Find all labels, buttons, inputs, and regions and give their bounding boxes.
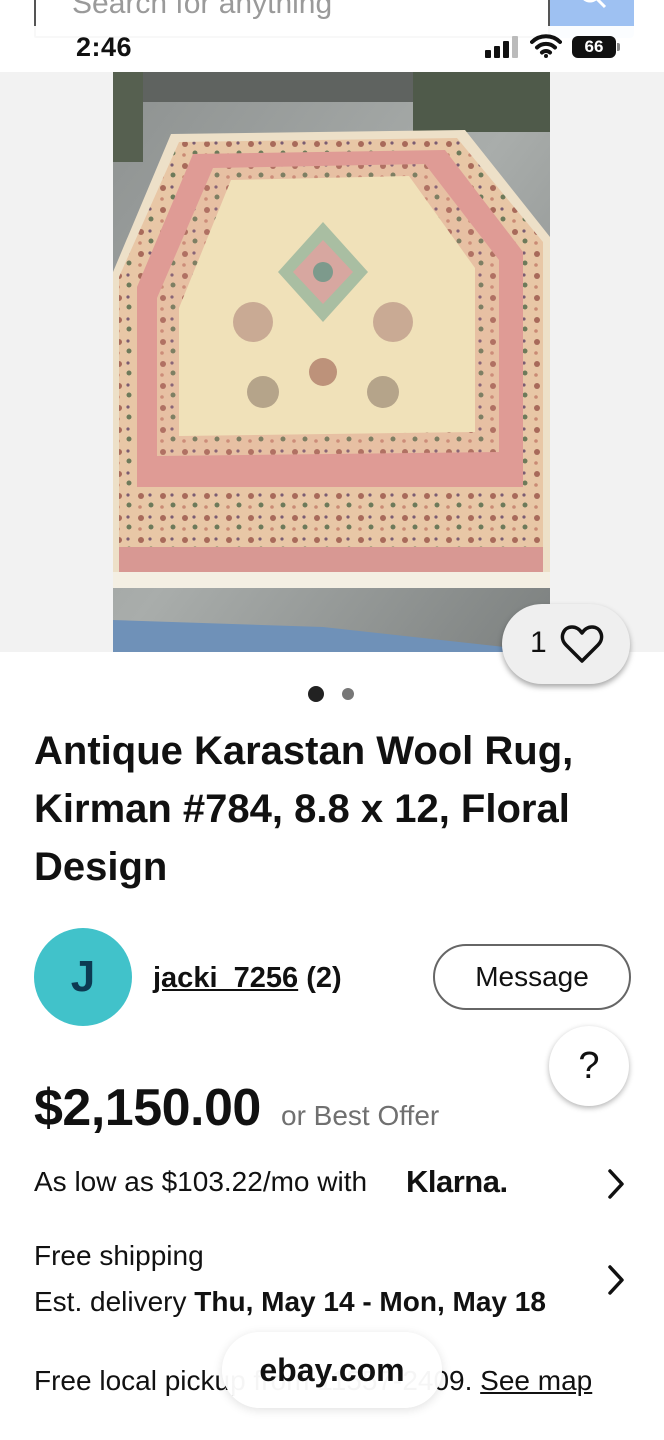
klarna-logo: Klarna. <box>406 1164 508 1199</box>
rug-photo-illustration <box>113 72 550 652</box>
seller-username-link[interactable]: jacki_7256 <box>153 962 298 994</box>
seller-info: jacki_7256 (2) <box>153 962 342 995</box>
chevron-right-icon <box>608 1169 624 1199</box>
estimated-delivery: Est. delivery Thu, May 14 - Mon, May 18 <box>34 1286 546 1318</box>
heart-icon <box>560 625 604 663</box>
delivery-prefix: Est. delivery <box>34 1286 187 1317</box>
listing-title: Antique Karastan Wool Rug, Kirman #784, … <box>34 729 574 889</box>
klarna-financing-row[interactable]: As low as $103.22/mo with Klarna. <box>34 1164 634 1204</box>
delivery-dates: Thu, May 14 - Mon, May 18 <box>194 1286 546 1317</box>
battery-tip <box>617 43 620 51</box>
browser-url-bar[interactable]: ebay.com <box>222 1332 442 1408</box>
image-gallery[interactable] <box>0 72 664 652</box>
cellular-signal-icon <box>485 36 518 58</box>
message-button[interactable]: Message <box>433 944 631 1010</box>
help-button[interactable]: ? <box>549 1026 629 1106</box>
klarna-text: As low as $103.22/mo with <box>34 1166 368 1197</box>
carousel-dot-active[interactable] <box>308 686 324 702</box>
watch-count: 1 <box>530 626 547 659</box>
best-offer-label: or Best Offer <box>281 1100 440 1131</box>
status-bar: 2:46 66 <box>0 26 664 72</box>
chevron-right-icon <box>608 1265 624 1295</box>
shipping-row[interactable]: Free shipping Est. delivery Thu, May 14 … <box>34 1240 634 1326</box>
watch-button[interactable]: 1 <box>502 604 630 684</box>
seller-feedback-count: (2) <box>306 962 342 994</box>
see-map-link[interactable]: See map <box>480 1365 592 1396</box>
shipping-cost: Free shipping <box>34 1240 204 1271</box>
clock: 2:46 <box>76 32 133 62</box>
carousel-dot[interactable] <box>342 688 354 700</box>
seller-avatar[interactable]: J <box>34 928 132 1026</box>
wifi-icon <box>530 34 562 58</box>
search-icon <box>583 0 607 9</box>
listing-photo[interactable] <box>113 72 550 652</box>
carousel-indicator <box>308 684 368 704</box>
price: $2,150.00 <box>34 1079 261 1137</box>
battery-indicator: 66 <box>572 36 616 58</box>
